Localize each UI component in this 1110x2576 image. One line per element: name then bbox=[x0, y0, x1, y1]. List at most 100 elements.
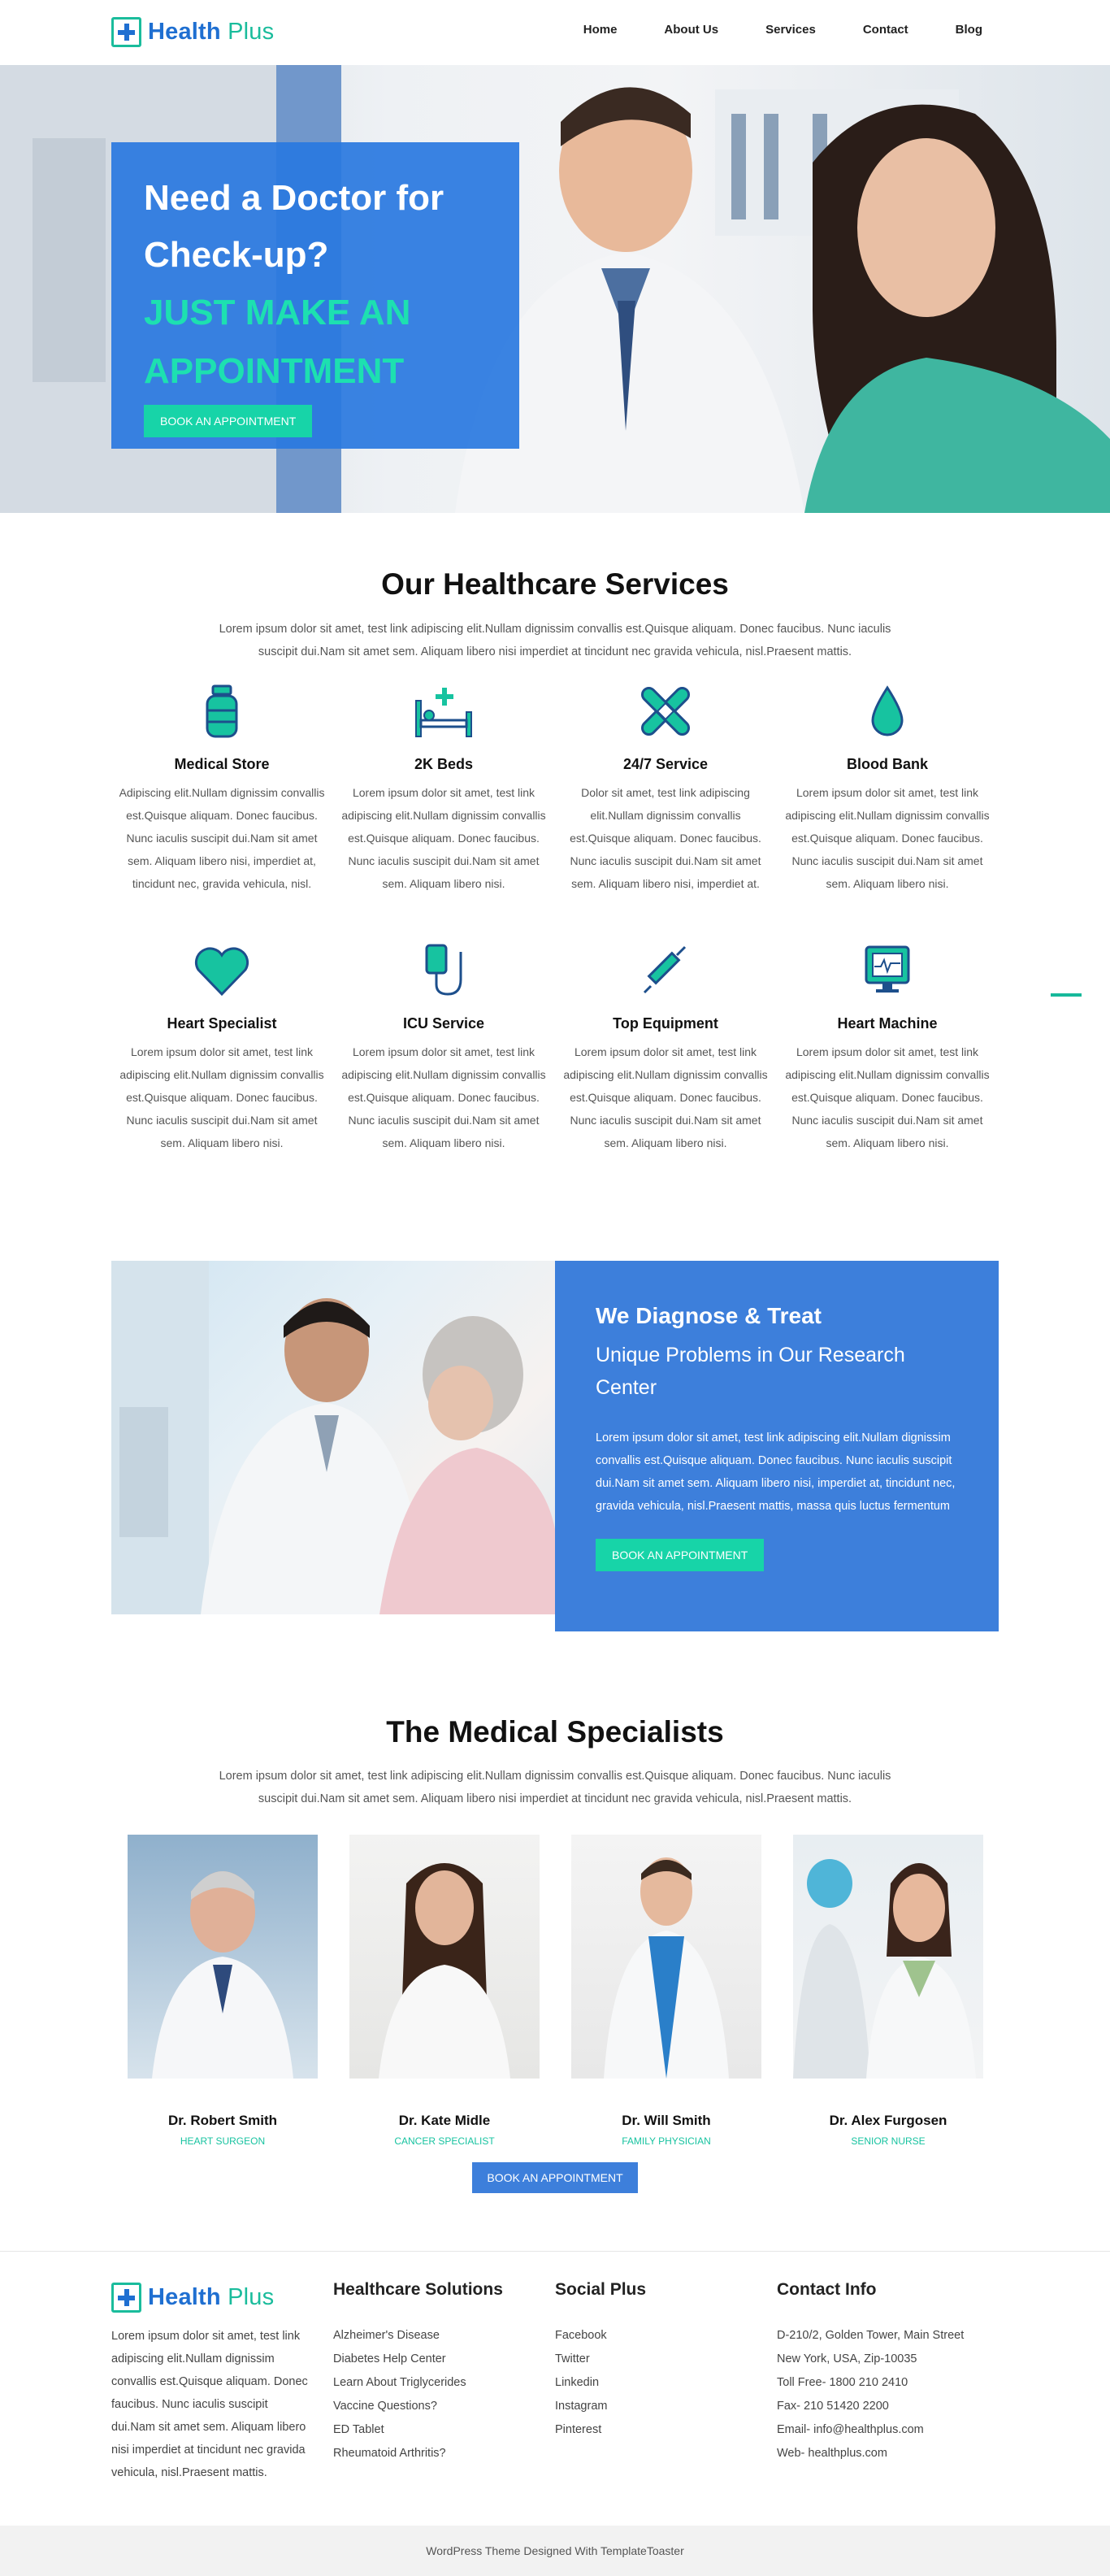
hospital-bed-icon bbox=[415, 688, 472, 737]
nav-contact[interactable]: Contact bbox=[863, 23, 908, 37]
footer-contact: Contact Info D-210/2, Golden Tower, Main… bbox=[777, 2280, 964, 2465]
service-name: 24/7 Service bbox=[622, 756, 709, 772]
hero-book-appointment-button[interactable]: BOOK AN APPOINTMENT bbox=[144, 405, 313, 437]
contact-email[interactable]: Email- info@healthplus.com bbox=[777, 2418, 964, 2442]
doctor-photo bbox=[793, 1835, 983, 2079]
hero-heading-line4: APPOINTMENT bbox=[144, 351, 405, 391]
nav-blog[interactable]: Blog bbox=[956, 23, 982, 37]
footer-link[interactable]: Alzheimer's Disease bbox=[333, 2324, 503, 2348]
service-text: Adipiscing elit.Nullam dignissim convall… bbox=[119, 786, 325, 890]
service-heart-specialist: Heart Specialist Lorem ipsum dolor sit a… bbox=[115, 940, 328, 1154]
service-text: Lorem ipsum dolor sit amet, test link ad… bbox=[785, 1045, 990, 1149]
service-text: Lorem ipsum dolor sit amet, test link ad… bbox=[119, 1045, 324, 1149]
social-link-facebook[interactable]: Facebook bbox=[555, 2324, 646, 2348]
logo[interactable]: Health Plus bbox=[111, 16, 274, 47]
doctor-name: Dr. Kate Midle bbox=[398, 2113, 491, 2128]
hero-heading-line1: Need a Doctor for bbox=[144, 178, 444, 218]
social-link-linkedin[interactable]: Linkedin bbox=[555, 2371, 646, 2395]
diagnose-text: Lorem ipsum dolor sit amet, test link ad… bbox=[596, 1431, 956, 1513]
main-nav: Home About Us Services Contact Blog bbox=[536, 23, 982, 37]
service-medical-store: Medical Store Adipiscing elit.Nullam dig… bbox=[115, 681, 328, 895]
doctor-card[interactable]: Dr. Kate Midle CANCER SPECIALIST bbox=[349, 1835, 540, 2147]
doctor-card[interactable]: Dr. Alex Furgosen SENIOR NURSE bbox=[793, 1835, 983, 2147]
medical-cross-icon bbox=[111, 16, 141, 47]
footer-divider bbox=[0, 2251, 1110, 2252]
logo-text: Health Plus bbox=[148, 2283, 275, 2310]
service-name: ICU Service bbox=[402, 1015, 485, 1032]
social-link-pinterest[interactable]: Pinterest bbox=[555, 2418, 646, 2442]
doctor-photo bbox=[128, 1835, 318, 2079]
doctor-name: Dr. Will Smith bbox=[622, 2113, 711, 2128]
service-24-7: 24/7 Service Dolor sit amet, test link a… bbox=[559, 681, 772, 895]
service-name: Heart Machine bbox=[837, 1015, 938, 1032]
footer-social-title: Social Plus bbox=[555, 2280, 647, 2299]
footer-contact-title: Contact Info bbox=[777, 2280, 877, 2299]
doctor-role: SENIOR NURSE bbox=[851, 2135, 926, 2147]
service-2k-beds: 2K Beds Lorem ipsum dolor sit amet, test… bbox=[337, 681, 550, 895]
footer-credit: WordPress Theme Designed With TemplateTo… bbox=[0, 2526, 1110, 2576]
service-text: Lorem ipsum dolor sit amet, test link ad… bbox=[785, 786, 990, 890]
nav-about-us[interactable]: About Us bbox=[664, 23, 718, 37]
footer-solutions: Healthcare Solutions Alzheimer's Disease… bbox=[333, 2280, 503, 2465]
footer-solutions-title: Healthcare Solutions bbox=[333, 2280, 503, 2299]
hero-panel: Need a Doctor for Check-up? JUST MAKE AN… bbox=[111, 142, 519, 449]
nav-home[interactable]: Home bbox=[583, 23, 618, 37]
service-name: Top Equipment bbox=[613, 1015, 718, 1032]
service-blood-bank: Blood Bank Lorem ipsum dolor sit amet, t… bbox=[781, 681, 994, 895]
service-heart-machine: Heart Machine Lorem ipsum dolor sit amet… bbox=[781, 940, 994, 1154]
doctor-role: FAMILY PHYSICIAN bbox=[622, 2135, 711, 2147]
doctor-photo bbox=[571, 1835, 761, 2079]
diagnose-panel: We Diagnose & Treat Unique Problems in O… bbox=[555, 1261, 999, 1631]
services-title: Our Healthcare Services bbox=[381, 567, 729, 601]
footer-link[interactable]: Learn About Triglycerides bbox=[333, 2371, 503, 2395]
medicine-bottle-icon bbox=[206, 684, 238, 738]
nav-services[interactable]: Services bbox=[765, 23, 816, 37]
page: Health Plus Home About Us Services Conta… bbox=[0, 0, 1110, 2576]
service-name: Medical Store bbox=[174, 756, 270, 772]
footer-logo[interactable]: Health Plus bbox=[111, 2282, 274, 2313]
diagnose-book-appointment-button[interactable]: BOOK AN APPOINTMENT bbox=[596, 1539, 765, 1571]
contact-address-line1: D-210/2, Golden Tower, Main Street bbox=[777, 2329, 965, 2342]
specialists-book-appointment-button[interactable]: BOOK AN APPOINTMENT bbox=[472, 2162, 638, 2193]
scroll-indicator[interactable] bbox=[1051, 993, 1082, 997]
social-link-instagram[interactable]: Instagram bbox=[555, 2395, 646, 2418]
hero-heading-line3: JUST MAKE AN bbox=[144, 293, 411, 332]
doctor-patient-photo bbox=[111, 1261, 555, 1614]
heart-monitor-icon bbox=[865, 945, 910, 993]
hero-heading-line2: Check-up? bbox=[144, 235, 329, 275]
social-link-twitter[interactable]: Twitter bbox=[555, 2348, 646, 2371]
service-name: Heart Specialist bbox=[167, 1015, 277, 1032]
iv-bag-icon bbox=[425, 944, 462, 996]
logo-text: Health Plus bbox=[148, 18, 275, 45]
footer-link[interactable]: Vaccine Questions? bbox=[333, 2395, 503, 2418]
service-text: Lorem ipsum dolor sit amet, test link ad… bbox=[563, 1045, 768, 1149]
footer-about-text: Lorem ipsum dolor sit amet, test link ad… bbox=[111, 2330, 308, 2479]
hero-banner: Need a Doctor for Check-up? JUST MAKE AN… bbox=[0, 65, 1110, 513]
doctor-card[interactable]: Dr. Will Smith FAMILY PHYSICIAN bbox=[571, 1835, 761, 2147]
contact-fax: Fax- 210 51420 2200 bbox=[777, 2400, 889, 2413]
contact-tollfree: Toll Free- 1800 210 2410 bbox=[777, 2376, 908, 2389]
diagnose-title: We Diagnose & Treat bbox=[596, 1303, 822, 1328]
footer-link[interactable]: Rheumatoid Arthritis? bbox=[333, 2442, 503, 2465]
specialists-subtitle: Lorem ipsum dolor sit amet, test link ad… bbox=[219, 1770, 891, 1805]
medical-cross-icon bbox=[111, 2282, 141, 2313]
service-text: Lorem ipsum dolor sit amet, test link ad… bbox=[341, 1045, 546, 1149]
contact-address-line2: New York, USA, Zip-10035 bbox=[777, 2352, 917, 2365]
syringe-icon bbox=[643, 945, 687, 994]
diagnose-photo bbox=[111, 1261, 555, 1614]
footer-link[interactable]: Diabetes Help Center bbox=[333, 2348, 503, 2371]
doctor-name: Dr. Robert Smith bbox=[167, 2113, 278, 2128]
footer-link[interactable]: ED Tablet bbox=[333, 2418, 503, 2442]
site-header: Health Plus Home About Us Services Conta… bbox=[0, 0, 1110, 65]
service-icu: ICU Service Lorem ipsum dolor sit amet, … bbox=[337, 940, 550, 1154]
service-name: 2K Beds bbox=[414, 756, 474, 772]
doctor-card[interactable]: Dr. Robert Smith HEART SURGEON bbox=[128, 1835, 318, 2147]
diagnose-subtitle: Unique Problems in Our Research Center bbox=[596, 1344, 905, 1399]
service-text: Dolor sit amet, test link adipiscing eli… bbox=[570, 786, 761, 890]
doctor-name: Dr. Alex Furgosen bbox=[829, 2113, 947, 2128]
service-text: Lorem ipsum dolor sit amet, test link ad… bbox=[341, 786, 546, 890]
specialists-title: The Medical Specialists bbox=[386, 1715, 724, 1748]
doctor-role: CANCER SPECIALIST bbox=[394, 2135, 495, 2147]
doctor-photo bbox=[349, 1835, 540, 2079]
contact-web[interactable]: Web- healthplus.com bbox=[777, 2442, 964, 2465]
